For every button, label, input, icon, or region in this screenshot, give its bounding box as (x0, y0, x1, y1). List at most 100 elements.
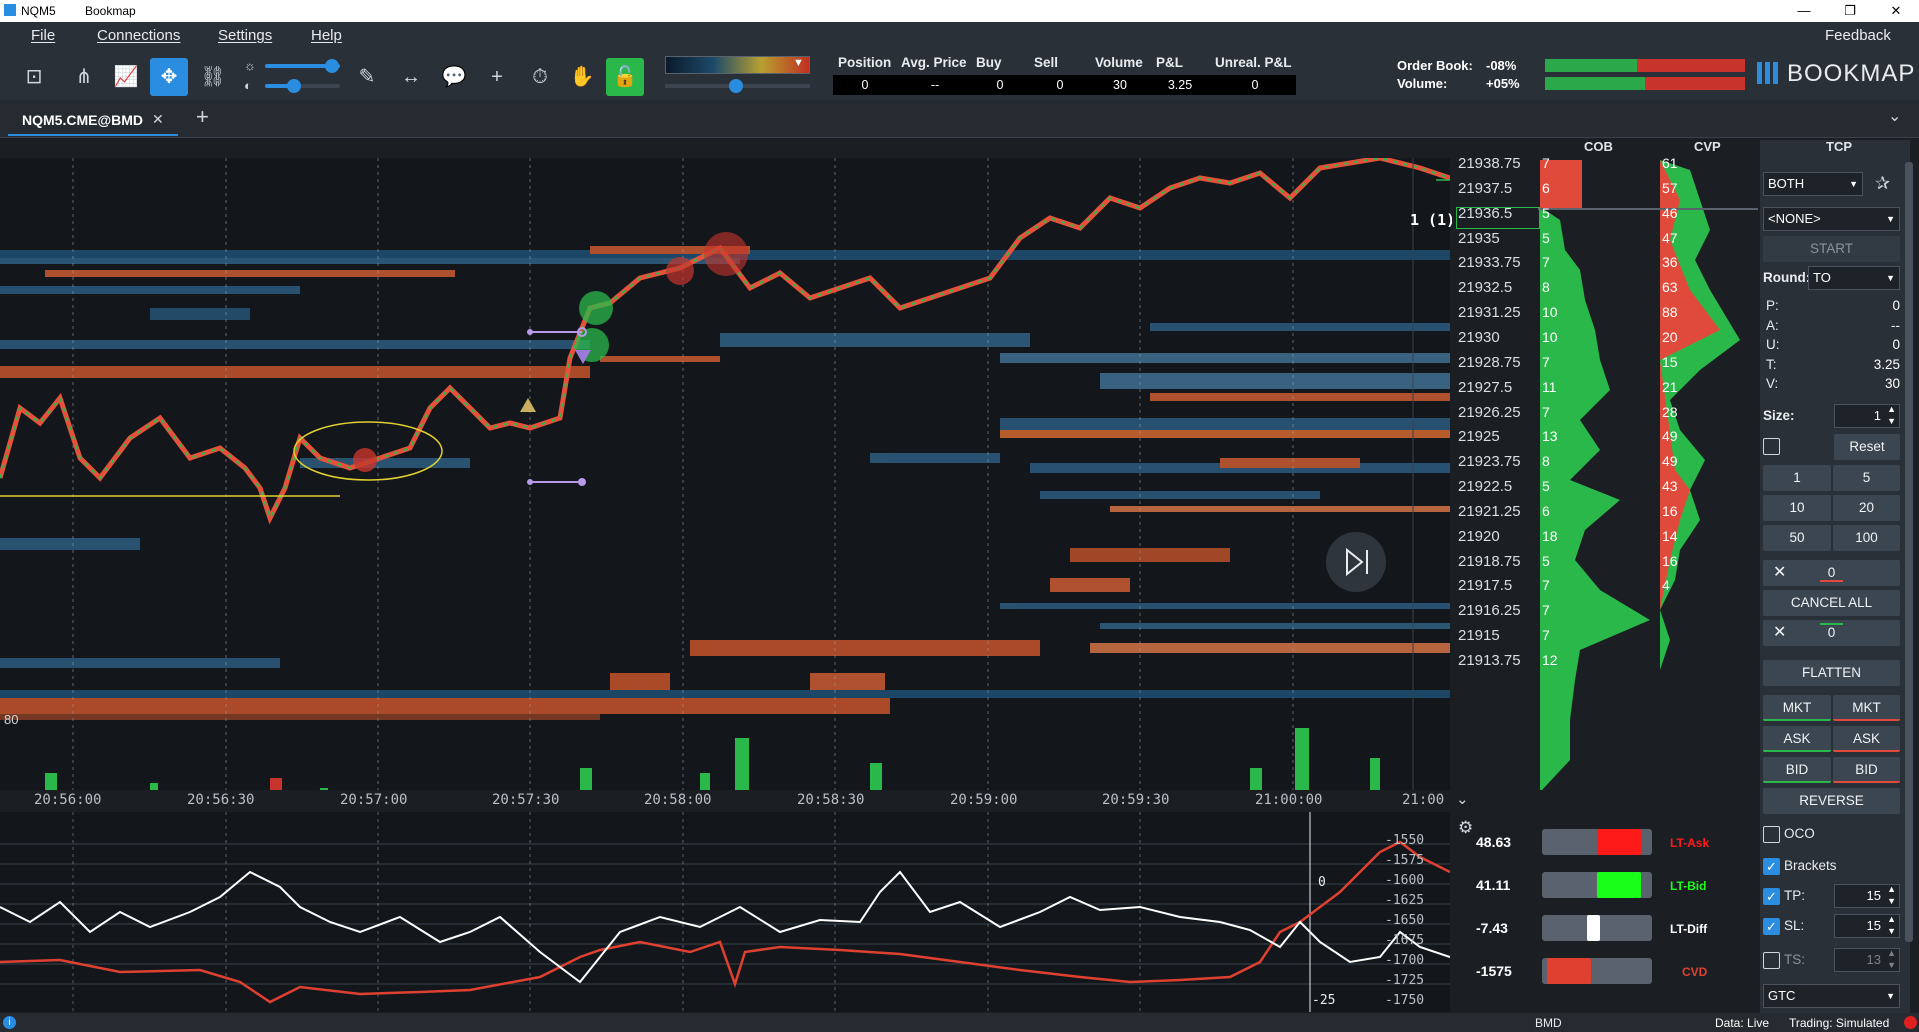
size-input[interactable]: 1 ▲ ▼ (1834, 404, 1900, 428)
crosshair-icon[interactable]: + (478, 58, 516, 96)
oco-checkbox[interactable] (1763, 826, 1780, 843)
time-tick: 21:00:00 (1255, 792, 1323, 808)
tp-checkbox[interactable]: ✓ (1763, 888, 1780, 905)
v-label: V: (1766, 376, 1779, 391)
stepper-icon[interactable]: ▲ ▼ (1887, 947, 1896, 971)
contrast-icon: ◐ (244, 78, 252, 93)
p-value: 0 (1892, 298, 1900, 313)
qty-button-5[interactable]: 5 (1833, 465, 1900, 491)
reverse-button[interactable]: REVERSE (1763, 788, 1900, 814)
qty-button-20[interactable]: 20 (1833, 495, 1900, 521)
maximize-icon[interactable]: ❐ (1827, 1, 1873, 21)
info-icon[interactable]: i (3, 1016, 16, 1029)
price-level: 21920 (1458, 528, 1500, 545)
heatmap-chart[interactable] (0, 158, 1450, 810)
screenshot-icon[interactable]: ⊡ (15, 58, 53, 96)
round-select-value: TO (1813, 270, 1831, 285)
share-icon[interactable]: ⋔ (65, 58, 103, 96)
app-logo-icon (4, 4, 16, 16)
collapse-pane-chevron-icon[interactable]: ⌄ (1456, 790, 1469, 808)
t-value: 3.25 (1873, 357, 1900, 372)
ts-checkbox[interactable] (1763, 952, 1780, 969)
round-select[interactable]: TO ▼ (1808, 266, 1900, 290)
cancel-all-button[interactable]: CANCEL ALL (1763, 590, 1900, 616)
stat-buy: 0 (996, 78, 1004, 92)
sell-bid-button[interactable]: BID (1833, 757, 1900, 783)
settings-gear-icon[interactable]: ⚙ (1458, 818, 1473, 838)
cvd-axis-tick: -1650 (1385, 913, 1425, 928)
indicators-icon[interactable]: 📈 (107, 58, 145, 96)
provider-label: BMD (1535, 1016, 1562, 1030)
qty-button-50[interactable]: 50 (1763, 525, 1831, 551)
palette-slider-handle[interactable] (729, 79, 743, 93)
pin-icon[interactable]: ✰ (1875, 173, 1890, 194)
brightness-slider-handle[interactable] (325, 59, 339, 73)
price-level: 21916.25 (1458, 602, 1521, 619)
side-select[interactable]: BOTH ▼ (1763, 172, 1863, 196)
qty-button-100[interactable]: 100 (1833, 525, 1900, 551)
qty-button-10[interactable]: 10 (1763, 495, 1831, 521)
cancel-sell-orders-button[interactable]: ✕ 0 (1763, 560, 1900, 586)
add-tab-button[interactable]: + (196, 104, 209, 130)
connection-status-dot (1904, 1016, 1917, 1029)
menu-connections[interactable]: Connections (97, 27, 180, 44)
buy-market-button[interactable]: MKT (1763, 695, 1831, 721)
cvd-axis-tick: -1675 (1385, 933, 1425, 948)
start-button[interactable]: START (1763, 236, 1900, 262)
link-icon[interactable]: ⛓ (194, 58, 232, 96)
sl-input[interactable]: 15 ▲ ▼ (1834, 914, 1900, 938)
flatten-button[interactable]: FLATTEN (1763, 660, 1900, 686)
title-bar: NQM5 Bookmap — ❐ ✕ (0, 0, 1919, 22)
menu-file[interactable]: File (31, 27, 55, 44)
cvp-volume: 63 (1662, 279, 1678, 295)
chat-icon[interactable]: 💬 (435, 58, 473, 96)
timer-icon[interactable]: ⏱ (521, 58, 559, 96)
time-in-force-select[interactable]: GTC ▼ (1763, 984, 1900, 1008)
time-tick: 20:59:30 (1102, 792, 1170, 808)
unlock-icon[interactable]: 🔓 (606, 58, 644, 96)
p-label: P: (1766, 298, 1779, 313)
cvd-axis-tick: -1550 (1385, 833, 1425, 848)
stepper-icon[interactable]: ▲ ▼ (1887, 913, 1896, 937)
heatmap-palette-select[interactable] (665, 56, 810, 74)
collapse-chevron-icon[interactable]: ⌄ (1888, 106, 1901, 126)
ts-input[interactable]: 13 ▲ ▼ (1834, 948, 1900, 972)
close-window-icon[interactable]: ✕ (1873, 1, 1919, 21)
minimize-icon[interactable]: — (1781, 1, 1827, 21)
buy-ask-button[interactable]: ASK (1763, 726, 1831, 752)
brackets-checkbox[interactable]: ✓ (1763, 858, 1780, 875)
bookmap-logo-icon (1757, 62, 1781, 84)
tab-nqm5[interactable]: NQM5.CME@BMD ✕ (8, 108, 178, 136)
feedback-link[interactable]: Feedback (1825, 27, 1891, 44)
stepper-icon[interactable]: ▲ ▼ (1887, 883, 1896, 907)
volume-imbalance-bar (1545, 77, 1745, 90)
buy-bid-button[interactable]: BID (1763, 757, 1831, 783)
tcp-scrollbar[interactable] (1905, 162, 1913, 942)
strategy-select[interactable]: <NONE> ▼ (1763, 207, 1900, 231)
lower-zero-label: 0 (1318, 875, 1326, 890)
price-level: 21921.25 (1458, 503, 1521, 520)
sell-ask-button[interactable]: ASK (1833, 726, 1900, 752)
close-tab-icon[interactable]: ✕ (152, 111, 164, 128)
jump-to-live-button (1326, 532, 1386, 592)
move-mode-icon[interactable]: ✥ (150, 58, 188, 96)
trade-icon[interactable]: ✋ (563, 58, 601, 96)
reset-button[interactable]: Reset (1834, 434, 1900, 460)
stat-volume: 30 (1113, 78, 1127, 92)
size-checkbox[interactable] (1763, 438, 1780, 455)
cob-size: 7 (1542, 254, 1550, 270)
cancel-buy-orders-button[interactable]: ✕ 0 (1763, 620, 1900, 646)
pencil-icon[interactable]: ✎ (348, 58, 386, 96)
qty-button-1[interactable]: 1 (1763, 465, 1831, 491)
stepper-icon[interactable]: ▲ ▼ (1887, 403, 1896, 427)
menu-settings[interactable]: Settings (218, 27, 272, 44)
indicator-pane[interactable] (0, 812, 1450, 1012)
sell-market-button[interactable]: MKT (1833, 695, 1900, 721)
sl-checkbox[interactable]: ✓ (1763, 918, 1780, 935)
ruler-icon[interactable]: ↔ (392, 58, 430, 96)
menu-help[interactable]: Help (311, 27, 342, 44)
cvp-volume: 57 (1662, 180, 1678, 196)
contrast-slider-handle[interactable] (287, 79, 301, 93)
tp-input[interactable]: 15 ▲ ▼ (1834, 884, 1900, 908)
cvp-volume: 21 (1662, 379, 1678, 395)
